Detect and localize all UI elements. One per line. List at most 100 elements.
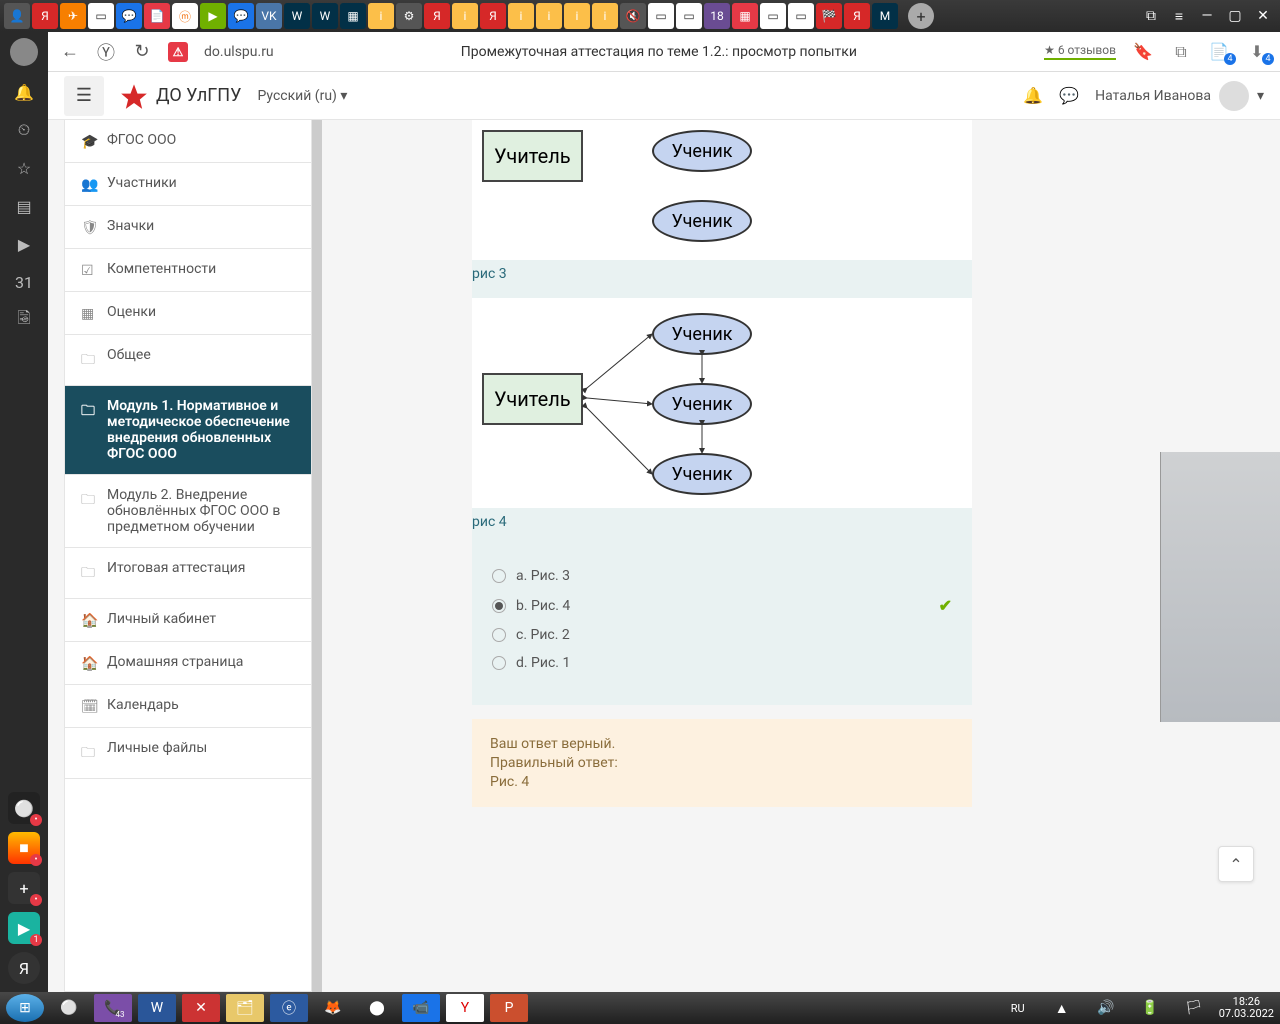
tab-icon[interactable]: Я <box>424 3 450 29</box>
taskbar-clock[interactable]: 18:26 07.03.2022 <box>1219 996 1274 1020</box>
tray-icon[interactable]: ▲ <box>1043 994 1081 1022</box>
taskbar-app[interactable]: ✕ <box>182 994 220 1022</box>
course-sidebar[interactable]: 🎓ФГОС ООО 👥Участники 🛡Значки ☑Компетентн… <box>64 120 312 992</box>
site-logo[interactable]: ДО УлГПУ <box>120 82 241 110</box>
tab-icon[interactable]: ▭ <box>760 3 786 29</box>
sidebar-item-home[interactable]: 🏠Домашняя страница <box>65 642 311 685</box>
downloads-icon[interactable]: ⬇ <box>1246 42 1268 61</box>
tab-icon[interactable]: M <box>872 3 898 29</box>
taskbar-zoom[interactable]: 📹 <box>402 994 440 1022</box>
sidebar-item-participants[interactable]: 👥Участники <box>65 163 311 206</box>
sidebar-item-badges[interactable]: 🛡Значки <box>65 206 311 249</box>
tab-icon[interactable]: i <box>564 3 590 29</box>
tab-icon[interactable]: 💬 <box>116 3 142 29</box>
tab-icon[interactable]: W <box>312 3 338 29</box>
taskbar-chrome[interactable]: ⬤ <box>358 994 396 1022</box>
tab-icon[interactable]: Я <box>844 3 870 29</box>
tab-icon[interactable]: W <box>284 3 310 29</box>
tab-icon[interactable]: 🏁 <box>816 3 842 29</box>
tab-icon[interactable]: ▭ <box>648 3 674 29</box>
messages-icon[interactable]: 💬 <box>1059 86 1079 105</box>
app-yandex-icon[interactable]: Я <box>8 952 40 984</box>
pdf-icon[interactable]: 📄 <box>1208 42 1230 61</box>
tab-icon[interactable]: i <box>508 3 534 29</box>
close-button[interactable]: ✕ <box>1250 8 1276 24</box>
reviews-badge[interactable]: ★ 6 отзывов <box>1044 43 1116 60</box>
taskbar-word[interactable]: W <box>138 994 176 1022</box>
tab-icon[interactable]: ▦ <box>340 3 366 29</box>
taskbar-powerpoint[interactable]: P <box>490 994 528 1022</box>
sidebar-item-course[interactable]: 🎓ФГОС ООО <box>65 120 311 163</box>
sidebar-scrollbar[interactable] <box>312 120 322 992</box>
translate-icon[interactable]: 🗟 <box>12 308 36 332</box>
tab-icon[interactable]: 📄 <box>144 3 170 29</box>
sidebar-item-module1[interactable]: 🗀Модуль 1. Нормативное и методическое об… <box>65 386 311 475</box>
sidebar-item-module2[interactable]: 🗀Модуль 2. Внедрение обновлённых ФГОС ОО… <box>65 475 311 548</box>
minimize-button[interactable]: — <box>1194 8 1220 24</box>
window-control[interactable]: ≡ <box>1166 8 1192 25</box>
sidebar-item-general[interactable]: 🗀Общее <box>65 335 311 386</box>
url-text[interactable]: do.ulspu.ru <box>204 44 274 60</box>
taskbar-ybrowser[interactable]: Y <box>446 994 484 1022</box>
tab-icon[interactable]: 🔇 <box>620 3 646 29</box>
tab-icon[interactable]: i <box>592 3 618 29</box>
user-menu[interactable]: Наталья Иванова ▾ <box>1095 81 1264 111</box>
tab-icon[interactable]: i <box>452 3 478 29</box>
tab-icon[interactable]: VK <box>256 3 282 29</box>
tab-icon[interactable]: i <box>368 3 394 29</box>
sidebar-item-calendar[interactable]: 🗓Календарь <box>65 685 311 728</box>
browser-tab-strip[interactable]: 👤 Я ✈ ▭ 💬 📄 ⓜ ▶ 💬 VK W W ▦ i ⚙ Я i Я i i… <box>0 0 1280 32</box>
language-selector[interactable]: Русский (ru) ▾ <box>257 88 347 104</box>
tab-avatar[interactable]: 👤 <box>4 3 30 29</box>
sidebar-item-competencies[interactable]: ☑Компетентности <box>65 249 311 292</box>
tab-icon[interactable]: ▭ <box>676 3 702 29</box>
list-icon[interactable]: ▤ <box>12 194 36 218</box>
yandex-icon[interactable]: Ⓨ <box>96 39 116 65</box>
window-preview[interactable] <box>1160 452 1280 722</box>
new-tab-button[interactable]: + <box>908 3 934 29</box>
os-avatar[interactable] <box>10 38 38 66</box>
taskbar-viber[interactable]: 📞43 <box>94 994 132 1022</box>
sidebar-item-final[interactable]: 🗀Итоговая аттестация <box>65 548 311 599</box>
tab-icon[interactable]: Я <box>480 3 506 29</box>
sidebar-item-grades[interactable]: ▦Оценки <box>65 292 311 335</box>
calendar-icon[interactable]: 31 <box>12 270 36 294</box>
tab-active[interactable]: ⓜ <box>172 3 198 29</box>
sidebar-toggle[interactable]: ☰ <box>64 76 104 116</box>
extension-icon[interactable]: ⧉ <box>1170 42 1192 62</box>
taskbar[interactable]: ⊞ ⚪ 📞43 W ✕ 🗂 ⓔ 🦊 ⬤ 📹 Y P RU ▲ 🔊 🔋 🏳 18:… <box>0 992 1280 1024</box>
tab-icon[interactable]: 💬 <box>228 3 254 29</box>
tab-icon[interactable]: 18 <box>704 3 730 29</box>
taskbar-yandex[interactable]: ⚪ <box>50 994 88 1022</box>
notification-icon[interactable]: 🔔 <box>1023 86 1043 105</box>
taskbar-firefox[interactable]: 🦊 <box>314 994 352 1022</box>
bookmark-icon[interactable]: 🔖 <box>1132 42 1154 61</box>
option-c[interactable]: c. Рис. 2 <box>492 621 952 649</box>
tab-icon[interactable]: ▦ <box>732 3 758 29</box>
window-control[interactable]: ⧉ <box>1138 8 1164 24</box>
sidebar-item-dashboard[interactable]: 🏠Личный кабинет <box>65 599 311 642</box>
taskbar-ie[interactable]: ⓔ <box>270 994 308 1022</box>
volume-icon[interactable]: 🔊 <box>1087 994 1125 1022</box>
sidebar-item-files[interactable]: 🗀Личные файлы <box>65 728 311 779</box>
lang-indicator[interactable]: RU <box>999 994 1037 1022</box>
tab-icon[interactable]: ▭ <box>88 3 114 29</box>
bell-icon[interactable]: 🔔 <box>12 80 36 104</box>
scroll-top-button[interactable]: ⌃ <box>1218 846 1254 882</box>
tab-icon[interactable]: Я <box>32 3 58 29</box>
tab-icon[interactable]: ▭ <box>788 3 814 29</box>
star-icon[interactable]: ☆ <box>12 156 36 180</box>
taskbar-explorer[interactable]: 🗂 <box>226 994 264 1022</box>
app-icon[interactable]: ▶1 <box>8 912 40 944</box>
maximize-button[interactable]: ▢ <box>1222 8 1248 24</box>
security-warning-icon[interactable]: ⚠ <box>168 42 188 62</box>
back-button[interactable]: ← <box>60 41 80 62</box>
battery-icon[interactable]: 🔋 <box>1131 994 1169 1022</box>
tab-icon[interactable]: ✈ <box>60 3 86 29</box>
option-b[interactable]: b. Рис. 4✔ <box>492 590 952 621</box>
clock-icon[interactable]: ⏲ <box>12 118 36 142</box>
option-d[interactable]: d. Рис. 1 <box>492 649 952 677</box>
tab-icon[interactable]: ▶ <box>200 3 226 29</box>
option-a[interactable]: a. Рис. 3 <box>492 562 952 590</box>
tab-icon[interactable]: i <box>536 3 562 29</box>
